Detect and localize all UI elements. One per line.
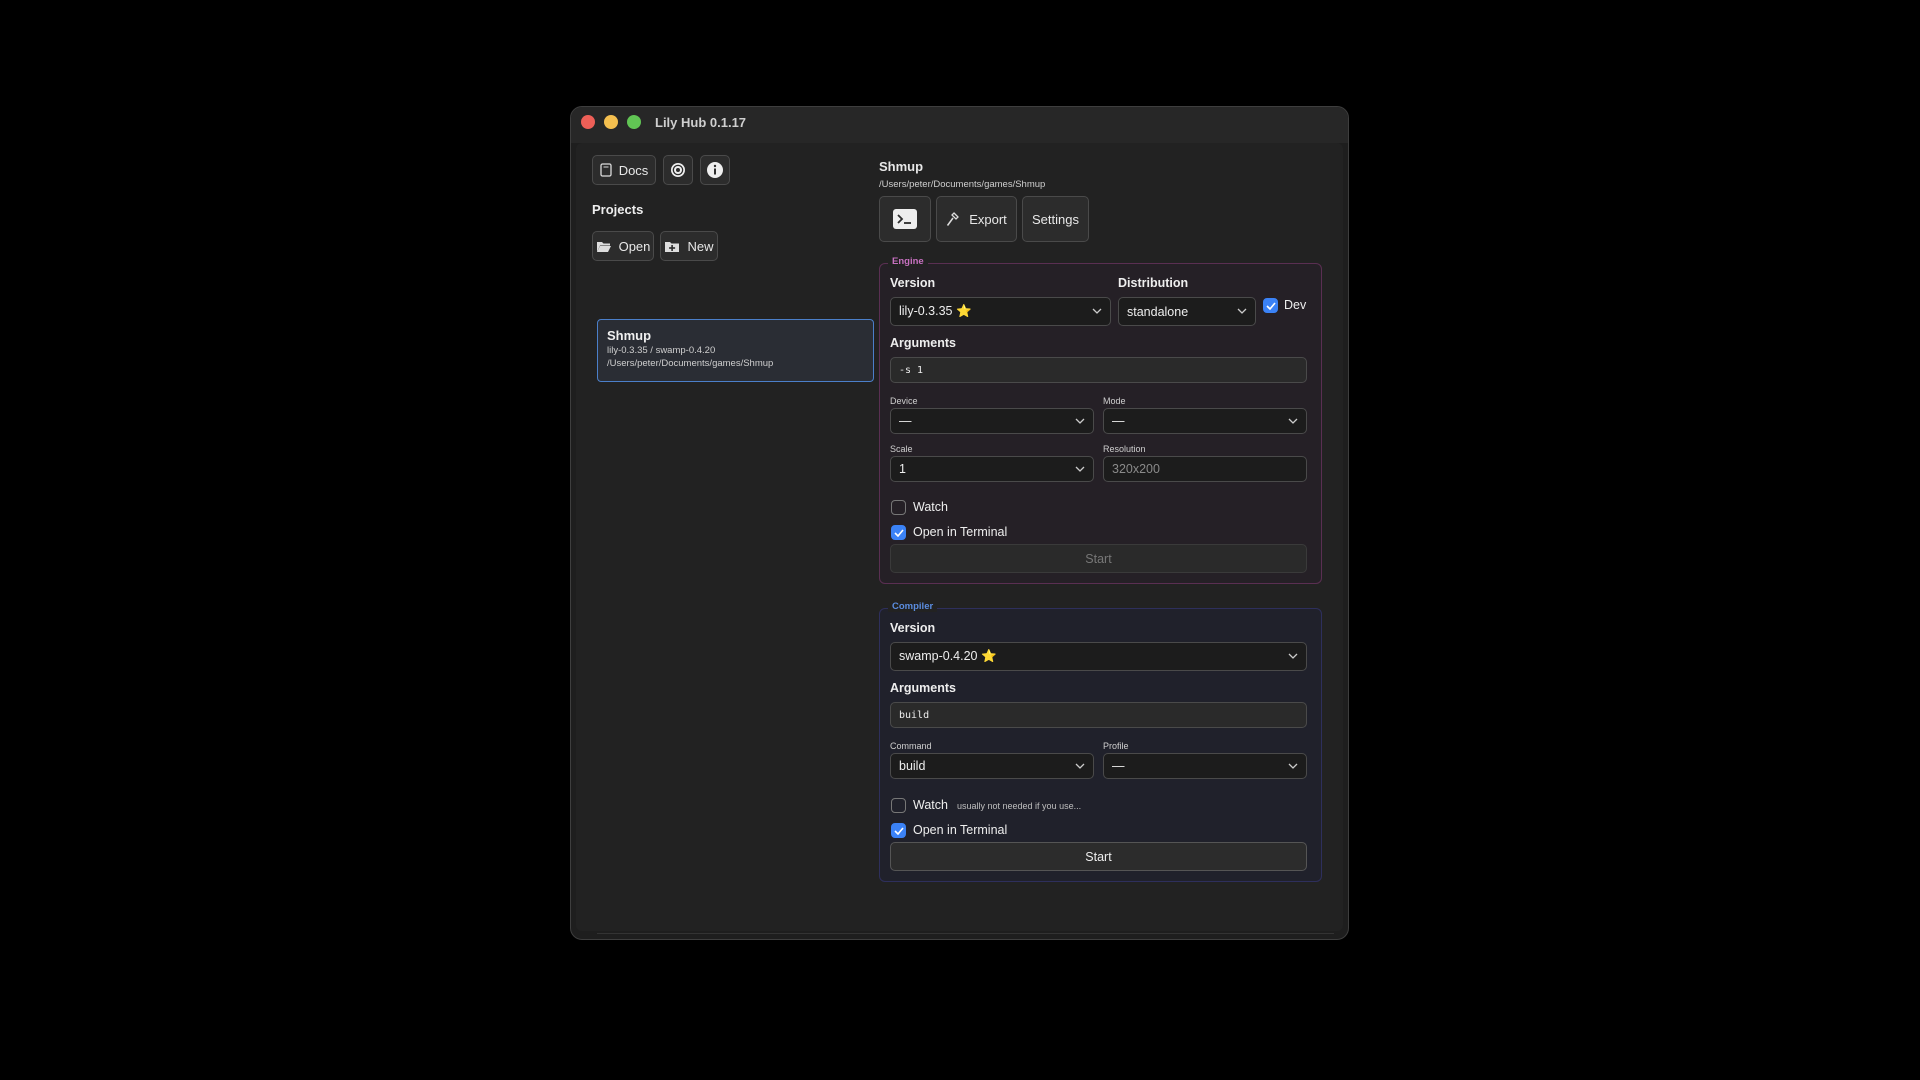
- engine-arguments-label: Arguments: [890, 336, 956, 350]
- docs-label: Docs: [618, 162, 649, 178]
- project-path: /Users/peter/Documents/games/Shmup: [607, 358, 774, 369]
- window-title: Lily Hub 0.1.17: [655, 115, 747, 130]
- compiler-legend: Compiler: [888, 601, 938, 612]
- compiler-arguments-input[interactable]: build: [890, 702, 1307, 728]
- engine-version-select[interactable]: lily-0.3.35 ⭐: [890, 297, 1111, 326]
- engine-group: Engine Version lily-0.3.35 ⭐ Distributio…: [879, 256, 1322, 584]
- profile-value: —: [1112, 759, 1125, 773]
- project-list-item[interactable]: Shmup lily-0.3.35 / swamp-0.4.20 /Users/…: [597, 319, 874, 382]
- compiler-start-label: Start: [1085, 849, 1112, 864]
- chevron-down-icon: [1237, 308, 1247, 314]
- compiler-watch-hint: usually not needed if you use...: [957, 801, 1082, 811]
- compiler-watch-label: Watch: [913, 798, 948, 812]
- compiler-version-value: swamp-0.4.20 ⭐: [899, 649, 997, 663]
- engine-terminal-checkbox[interactable]: [891, 525, 906, 540]
- new-project-button[interactable]: New: [660, 231, 718, 261]
- engine-version-value: lily-0.3.35 ⭐: [899, 304, 972, 318]
- main-content: Docs Projects Open New Shmup lily-0.3.35…: [576, 143, 1343, 934]
- terminal-button[interactable]: [879, 196, 931, 242]
- export-label: Export: [969, 211, 1007, 227]
- device-value: —: [899, 414, 912, 428]
- engine-legend: Engine: [888, 256, 928, 267]
- compiler-arguments-label: Arguments: [890, 681, 956, 695]
- projects-heading: Projects: [592, 202, 644, 217]
- folder-plus-icon: [665, 241, 680, 252]
- checkmark-icon: [893, 528, 904, 537]
- app-window: Lily Hub 0.1.17 Docs Projects Open New S…: [570, 106, 1349, 940]
- hammer-icon: [947, 212, 960, 226]
- scale-select[interactable]: 1: [890, 456, 1094, 482]
- terminal-icon: [893, 209, 917, 229]
- dev-checkbox[interactable]: [1263, 298, 1278, 313]
- resolution-label: Resolution: [1103, 444, 1146, 454]
- profile-label: Profile: [1103, 741, 1129, 751]
- chevron-down-icon: [1288, 653, 1298, 659]
- scale-value: 1: [899, 462, 906, 476]
- checkmark-icon: [893, 826, 904, 835]
- folder-open-icon: [596, 241, 611, 252]
- compiler-terminal-label: Open in Terminal: [913, 823, 1008, 837]
- project-name: Shmup: [607, 328, 652, 343]
- open-project-button[interactable]: Open: [592, 231, 654, 261]
- chevron-down-icon: [1075, 466, 1085, 472]
- zoom-window-button[interactable]: [627, 115, 641, 129]
- book-icon: [600, 163, 612, 177]
- project-settings-button[interactable]: Settings: [1022, 196, 1089, 242]
- close-window-button[interactable]: [581, 115, 595, 129]
- command-label: Command: [890, 741, 932, 751]
- engine-start-button[interactable]: Start: [890, 544, 1307, 573]
- compiler-version-select[interactable]: swamp-0.4.20 ⭐: [890, 642, 1307, 671]
- minimize-window-button[interactable]: [604, 115, 618, 129]
- info-button[interactable]: [700, 155, 730, 185]
- compiler-terminal-checkbox[interactable]: [891, 823, 906, 838]
- engine-terminal-label: Open in Terminal: [913, 525, 1008, 539]
- checkmark-icon: [1265, 301, 1276, 310]
- mode-value: —: [1112, 414, 1125, 428]
- export-button[interactable]: Export: [936, 196, 1017, 242]
- settings-button[interactable]: [663, 155, 693, 185]
- engine-arguments-input[interactable]: -s 1: [890, 357, 1307, 383]
- profile-select[interactable]: —: [1103, 753, 1307, 779]
- chevron-down-icon: [1075, 418, 1085, 424]
- docs-button[interactable]: Docs: [592, 155, 656, 185]
- distribution-value: standalone: [1127, 304, 1189, 319]
- open-label: Open: [618, 238, 651, 254]
- project-versions: lily-0.3.35 / swamp-0.4.20: [607, 345, 716, 356]
- engine-start-label: Start: [1085, 551, 1112, 566]
- command-select[interactable]: build: [890, 753, 1094, 779]
- resolution-input[interactable]: 320x200: [1103, 456, 1307, 482]
- chevron-down-icon: [1288, 763, 1298, 769]
- engine-arguments-value: -s 1: [899, 364, 924, 376]
- command-value: build: [899, 759, 926, 773]
- settings-label: Settings: [1032, 211, 1079, 227]
- distribution-label: Distribution: [1118, 276, 1189, 290]
- resolution-placeholder: 320x200: [1112, 462, 1160, 476]
- compiler-version-label: Version: [890, 621, 936, 635]
- footer-divider: [597, 933, 1334, 934]
- title-bar: Lily Hub 0.1.17: [571, 107, 1348, 143]
- compiler-group: Compiler Version swamp-0.4.20 ⭐ Argument…: [879, 601, 1322, 882]
- engine-version-label: Version: [890, 276, 936, 290]
- compiler-watch-checkbox[interactable]: [891, 798, 906, 813]
- chevron-down-icon: [1092, 308, 1102, 314]
- engine-watch-label: Watch: [913, 500, 948, 514]
- device-label: Device: [890, 396, 918, 406]
- compiler-start-button[interactable]: Start: [890, 842, 1307, 871]
- distribution-select[interactable]: standalone: [1118, 297, 1256, 326]
- new-label: New: [687, 238, 714, 254]
- compiler-arguments-value: build: [899, 709, 930, 721]
- chevron-down-icon: [1288, 418, 1298, 424]
- project-title: Shmup: [879, 159, 924, 174]
- mode-select[interactable]: —: [1103, 408, 1307, 434]
- gear-icon: [671, 163, 685, 177]
- project-path-header: /Users/peter/Documents/games/Shmup: [879, 179, 1046, 190]
- dev-label: Dev: [1284, 298, 1307, 312]
- info-icon: [707, 162, 723, 178]
- chevron-down-icon: [1075, 763, 1085, 769]
- engine-watch-checkbox[interactable]: [891, 500, 906, 515]
- device-select[interactable]: —: [890, 408, 1094, 434]
- scale-label: Scale: [890, 444, 913, 454]
- mode-label: Mode: [1103, 396, 1126, 406]
